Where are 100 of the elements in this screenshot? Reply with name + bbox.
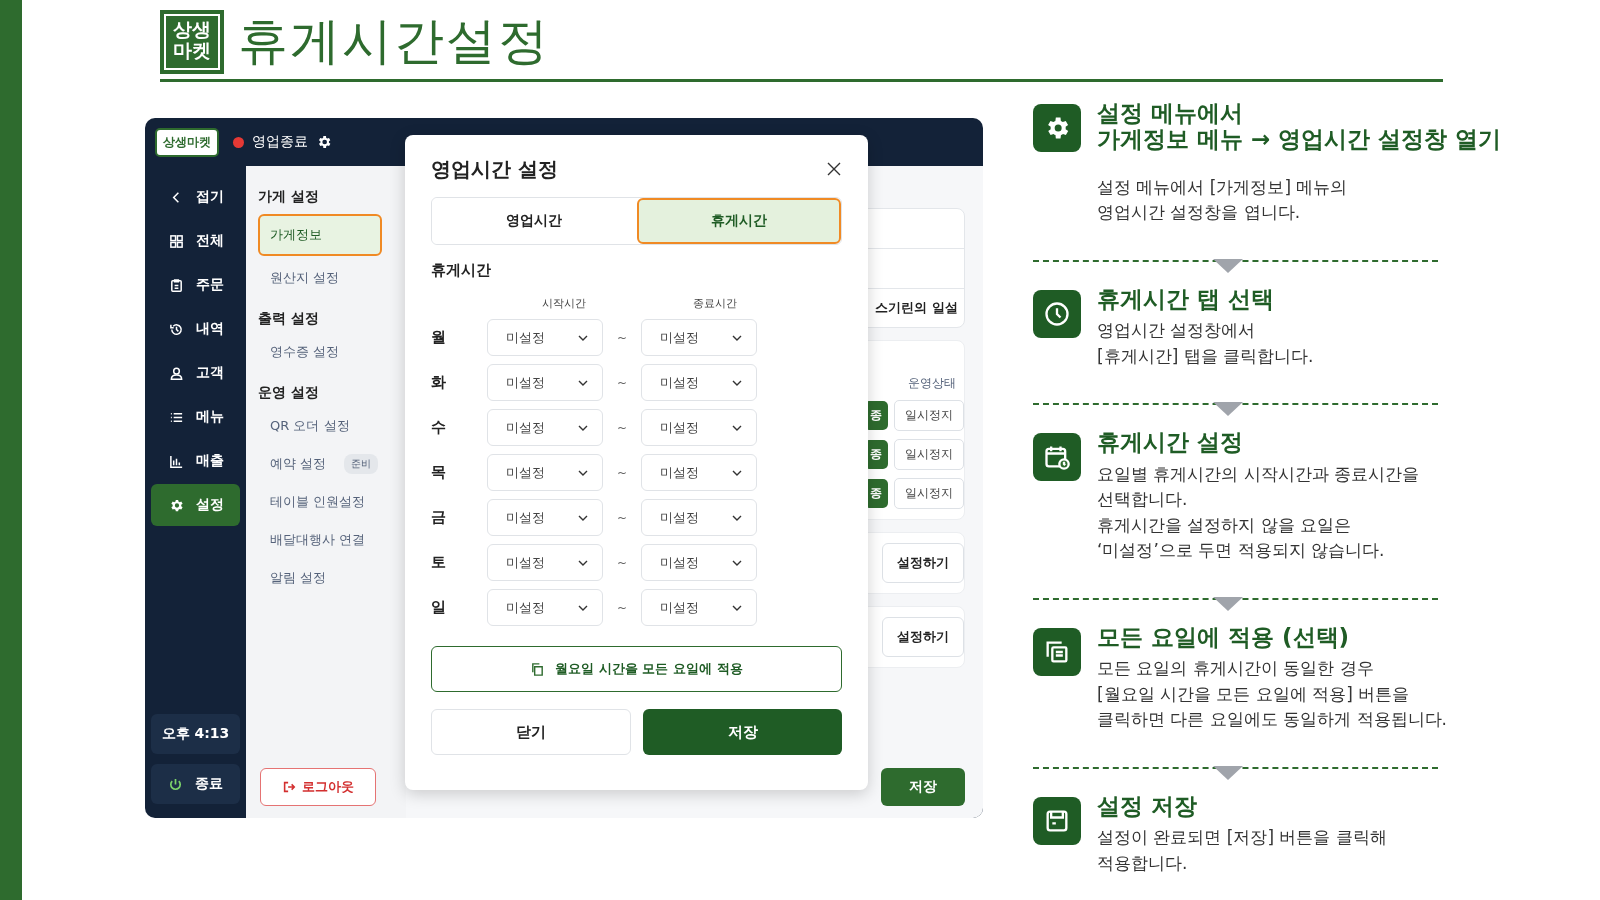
app-logo: 상생마켓 <box>155 127 219 157</box>
save-button[interactable]: 저장 <box>643 709 842 755</box>
chevron-down-icon <box>578 514 588 521</box>
column-header: 종료시간 <box>691 296 738 311</box>
time-dropdown[interactable]: 미설정 <box>487 454 603 491</box>
time-dropdown[interactable]: 미설정 <box>641 544 757 581</box>
group-title: 출력 설정 <box>258 310 320 328</box>
nav-item[interactable]: 주문 <box>151 264 240 306</box>
apply-all-button[interactable]: 월요일 시간을 모든 요일에 적용 <box>431 646 842 692</box>
time-dropdown[interactable]: 미설정 <box>487 589 603 626</box>
submenu-item[interactable]: 알림 설정 <box>258 562 339 594</box>
logout-icon <box>282 780 296 794</box>
time-dropdown[interactable]: 미설정 <box>487 544 603 581</box>
day-label: 화 <box>431 373 447 392</box>
copy-icon <box>530 661 546 677</box>
settings-icon[interactable] <box>316 134 332 150</box>
nav-icon <box>169 277 184 293</box>
nav-item[interactable]: 메뉴 <box>151 396 240 438</box>
time-dropdown[interactable]: 미설정 <box>641 589 757 626</box>
step-icon <box>1033 104 1081 152</box>
clock: 오후 4:13 <box>151 714 240 754</box>
time-dropdown[interactable]: 미설정 <box>487 409 603 446</box>
status-badge: 준비 <box>344 454 379 474</box>
time-dropdown[interactable]: 미설정 <box>487 499 603 536</box>
down-arrow-icon <box>1213 765 1243 780</box>
time-dropdown[interactable]: 미설정 <box>487 364 603 401</box>
nav-item[interactable]: 전체 <box>151 220 240 262</box>
logout-button[interactable]: 로그아웃 <box>260 768 376 806</box>
chevron-down-icon <box>578 604 588 611</box>
chevron-down-icon <box>578 469 588 476</box>
chevron-down-icon <box>578 334 588 341</box>
power-icon <box>168 776 183 792</box>
time-dropdown[interactable]: 미설정 <box>487 319 603 356</box>
nav-icon <box>169 365 184 381</box>
save-button[interactable]: 저장 <box>881 768 965 806</box>
submenu-item[interactable]: 영수증 설정 <box>258 336 352 368</box>
chevron-down-icon <box>578 424 588 431</box>
time-dropdown[interactable]: 미설정 <box>641 454 757 491</box>
submenu-item[interactable]: 원산지 설정 <box>258 262 352 294</box>
time-dropdown[interactable]: 미설정 <box>641 319 757 356</box>
range-separator: ~ <box>615 375 629 390</box>
submenu-item[interactable]: 가게정보 <box>258 214 382 256</box>
nav-icon <box>169 453 184 469</box>
step-description: 설정이 완료되면 [저장] 버튼을 클릭해 적용합니다. <box>1097 826 1387 875</box>
chevron-down-icon <box>732 379 742 386</box>
pause-button[interactable]: 일시정지 <box>894 439 964 470</box>
day-label: 목 <box>431 463 447 482</box>
down-arrow-icon <box>1213 596 1243 611</box>
chevron-down-icon <box>732 334 742 341</box>
nav-icon <box>169 321 184 337</box>
close-icon[interactable] <box>826 161 842 177</box>
submenu-item[interactable]: QR 오더 설정 <box>258 410 362 442</box>
step-title: 설정 저장 <box>1097 792 1198 820</box>
day-label: 토 <box>431 553 447 572</box>
down-arrow-icon <box>1213 258 1243 273</box>
submenu-item[interactable]: 예약 설정 <box>258 448 339 480</box>
pause-button[interactable]: 일시정지 <box>894 478 964 509</box>
chevron-down-icon <box>732 604 742 611</box>
step-description: 설정 메뉴에서 [가게정보] 메뉴의 영업시간 설정창을 엽니다. <box>1097 175 1349 225</box>
status-label: 영업종료 <box>252 133 308 151</box>
range-separator: ~ <box>615 330 629 345</box>
step-description: 영업시간 설정창에서 [휴게시간] 탭을 클릭합니다. <box>1097 319 1314 368</box>
chevron-down-icon <box>732 514 742 521</box>
dialog-title: 영업시간 설정 <box>431 155 558 183</box>
time-dropdown[interactable]: 미설정 <box>641 364 757 401</box>
day-label: 수 <box>431 418 447 437</box>
step-icon <box>1033 433 1081 482</box>
chevron-down-icon <box>578 559 588 566</box>
range-separator: ~ <box>615 555 629 570</box>
step-description: 요일별 휴게시간의 시작시간과 종료시간을 선택합니다. 휴게시간을 설정하지 않을 요일은 ‘미설정’으로 두면 적용되지 않습니다. <box>1097 462 1420 563</box>
page-title: 휴게시간설정 <box>238 11 550 72</box>
submenu-item[interactable]: 테이블 인원설정 <box>258 486 378 518</box>
nav-icon <box>169 233 184 249</box>
step-description: 모든 요일의 휴게시간이 동일한 경우 [월요일 시간을 모든 요일에 적용] 버튼을 클릭하면 다른 요일에도 동일하게 적용됩니다. <box>1097 657 1448 732</box>
time-dropdown[interactable]: 미설정 <box>641 409 757 446</box>
nav-item[interactable]: 내역 <box>151 308 240 350</box>
column-header: 시작시간 <box>540 296 587 311</box>
tab[interactable]: 휴게시간 <box>636 198 841 244</box>
step-title: 휴게시간 탭 선택 <box>1097 285 1275 313</box>
time-dropdown[interactable]: 미설정 <box>641 499 757 536</box>
pause-button[interactable]: 일시정지 <box>894 400 964 431</box>
nav-item[interactable]: 접기 <box>151 176 240 218</box>
nav-item[interactable]: 설정 <box>151 484 240 526</box>
chevron-down-icon <box>732 469 742 476</box>
exit-button[interactable]: 종료 <box>151 764 240 804</box>
submenu-item[interactable]: 배달대행사 연결 <box>258 524 378 556</box>
down-arrow-icon <box>1213 402 1243 417</box>
chevron-down-icon <box>732 424 742 431</box>
setup-button[interactable]: 설정하기 <box>882 617 964 657</box>
step-title: 모든 요일에 적용 (선택) <box>1097 623 1351 651</box>
nav-item[interactable]: 매출 <box>151 440 240 482</box>
range-separator: ~ <box>615 465 629 480</box>
close-button[interactable]: 닫기 <box>431 709 631 755</box>
nav-item[interactable]: 고객 <box>151 352 240 394</box>
cell-text: 스기린의 일설 <box>875 299 958 317</box>
chevron-down-icon <box>732 559 742 566</box>
day-label: 일 <box>431 598 447 617</box>
group-title: 운영 설정 <box>258 384 320 402</box>
setup-button[interactable]: 설정하기 <box>882 543 964 583</box>
nav-icon <box>169 497 184 513</box>
